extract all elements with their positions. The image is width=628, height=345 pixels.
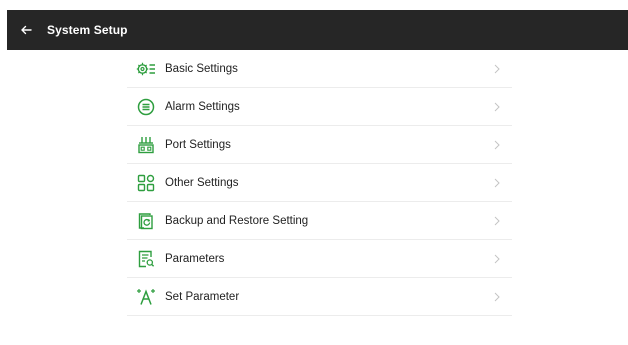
menu-item-parameters[interactable]: Parameters xyxy=(127,240,512,278)
chevron-right-icon xyxy=(494,88,500,126)
menu-item-set-parameter[interactable]: Set Parameter xyxy=(127,278,512,316)
chevron-right-icon xyxy=(494,50,500,88)
chevron-right-icon xyxy=(494,126,500,164)
settings-gear-icon xyxy=(135,58,157,80)
settings-menu: Basic Settings Alarm Settings Port Setti… xyxy=(127,50,512,316)
menu-item-label: Parameters xyxy=(165,252,225,265)
menu-item-label: Port Settings xyxy=(165,138,231,151)
backup-restore-icon xyxy=(135,210,157,232)
page-title: System Setup xyxy=(47,23,128,37)
chevron-right-icon xyxy=(494,278,500,316)
arrow-left-icon xyxy=(21,25,32,35)
grid-apps-icon xyxy=(135,172,157,194)
menu-item-label: Basic Settings xyxy=(165,62,238,75)
port-icon xyxy=(135,134,157,156)
app-frame: System Setup Basic Settings Alarm Settin… xyxy=(7,10,628,345)
chevron-right-icon xyxy=(494,164,500,202)
alarm-list-icon xyxy=(135,96,157,118)
chevron-right-icon xyxy=(494,202,500,240)
menu-item-basic-settings[interactable]: Basic Settings xyxy=(127,50,512,88)
menu-item-port-settings[interactable]: Port Settings xyxy=(127,126,512,164)
menu-item-label: Set Parameter xyxy=(165,290,240,303)
menu-item-other-settings[interactable]: Other Settings xyxy=(127,164,512,202)
document-parameters-icon xyxy=(135,248,157,270)
menu-item-label: Backup and Restore Setting xyxy=(165,214,309,227)
menu-item-label: Alarm Settings xyxy=(165,100,240,113)
menu-item-alarm-settings[interactable]: Alarm Settings xyxy=(127,88,512,126)
menu-item-label: Other Settings xyxy=(165,176,239,189)
back-button[interactable] xyxy=(11,10,41,50)
menu-item-backup-restore[interactable]: Backup and Restore Setting xyxy=(127,202,512,240)
set-parameter-icon xyxy=(135,286,157,308)
top-bar: System Setup xyxy=(7,10,628,50)
chevron-right-icon xyxy=(494,240,500,278)
